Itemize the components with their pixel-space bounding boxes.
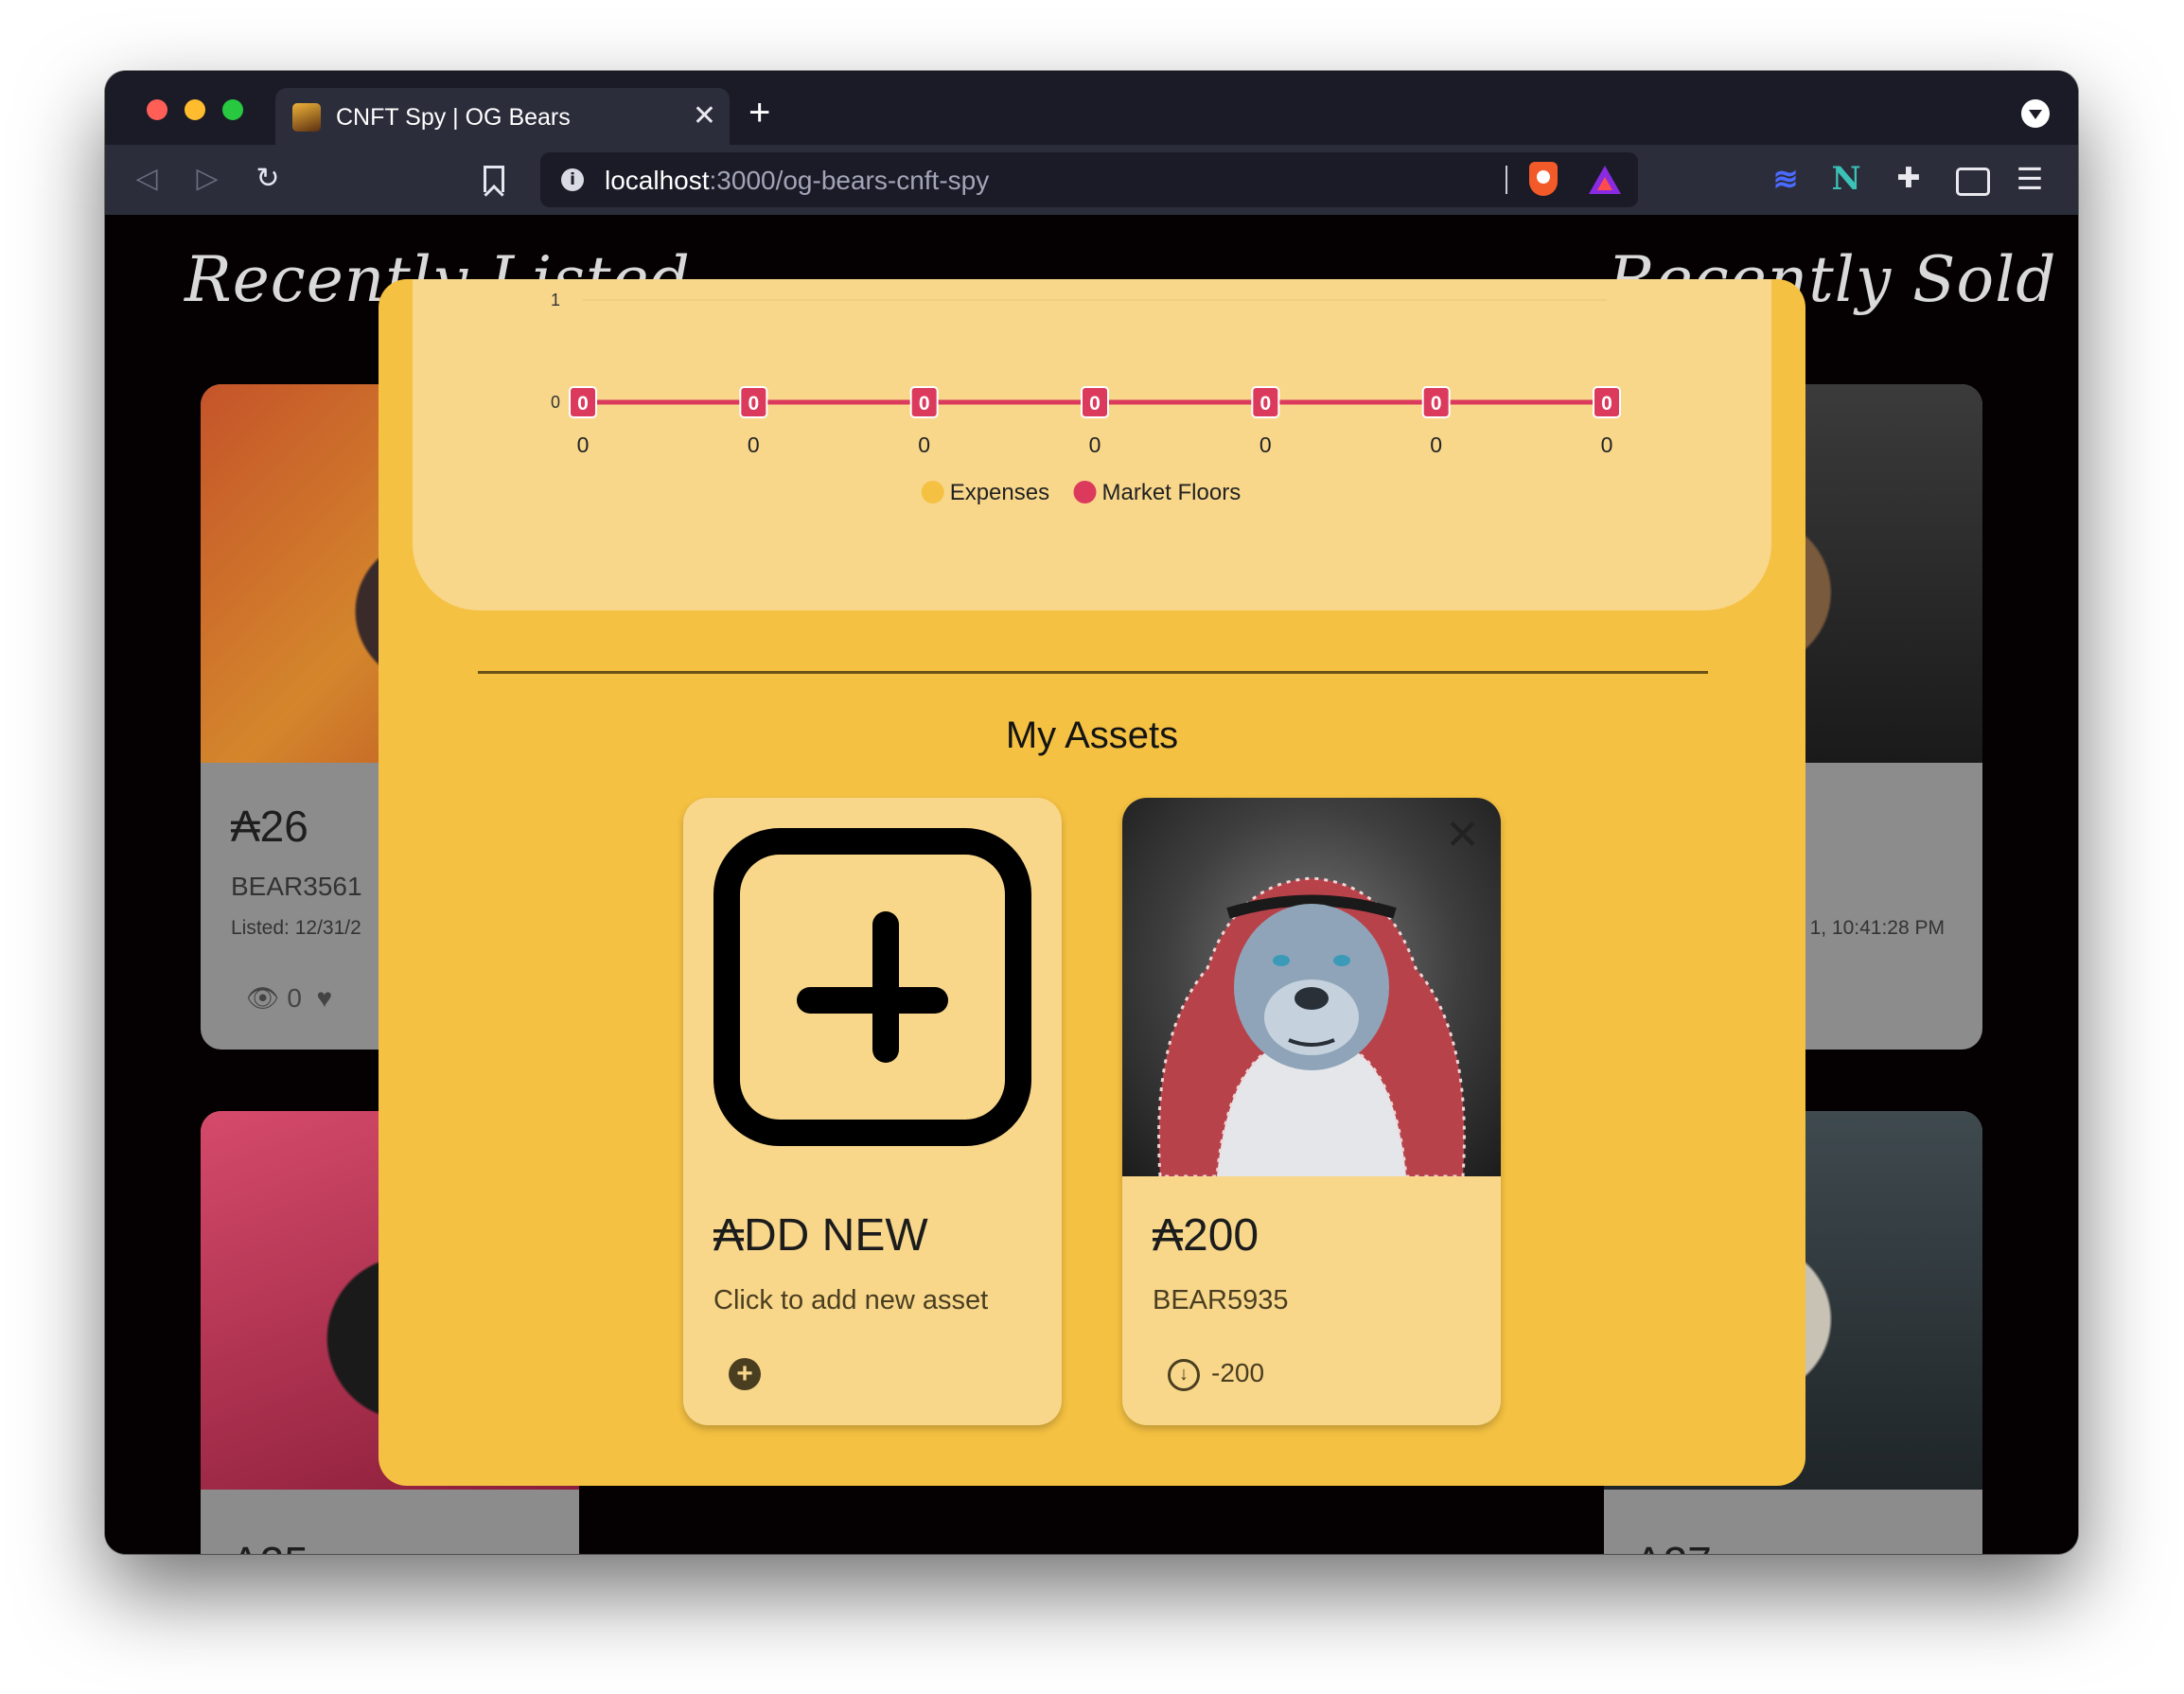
new-tab-button[interactable]: +: [749, 94, 770, 132]
x-tick-label: 0: [748, 432, 760, 457]
menu-icon[interactable]: ☰: [2013, 162, 2047, 196]
plus-circle-icon[interactable]: +: [729, 1358, 761, 1390]
layers-extension-icon[interactable]: ≋: [1769, 162, 1803, 196]
tab-active[interactable]: CNFT Spy | OG Bears ✕: [275, 88, 730, 145]
x-tick-label: 0: [1259, 432, 1272, 457]
data-label: 0: [1431, 393, 1442, 415]
listing-date: Listed: 12/31/2: [231, 917, 361, 939]
data-label: 0: [748, 393, 759, 415]
data-label: 0: [1259, 393, 1271, 415]
data-label: 0: [577, 393, 589, 415]
add-card-subtitle: Click to add new asset: [713, 1285, 989, 1315]
my-assets-title: My Assets: [1005, 715, 1179, 756]
tab-title: CNFT Spy | OG Bears: [336, 104, 571, 131]
listing-price: ₳25: [231, 1537, 308, 1554]
forward-arrow-icon[interactable]: ▷: [186, 158, 228, 200]
x-tick-label: 0: [1601, 432, 1613, 457]
sold-price: ₳27: [1634, 1537, 1712, 1554]
url-text[interactable]: localhost:3000/og-bears-cnft-spy: [605, 166, 989, 196]
tab-bar: CNFT Spy | OG Bears ✕ +: [105, 71, 2078, 145]
address-bar[interactable]: i localhost:3000/og-bears-cnft-spy: [540, 152, 1638, 207]
legend-label: Expenses: [950, 480, 1049, 505]
data-label: 0: [1089, 393, 1101, 415]
assets-modal: 0 1 0 0 0 0 0 0 0 0 0 0 0 0 0 0 Expenses Market Floors My…: [379, 279, 1805, 1486]
url-separator: [1506, 166, 1507, 194]
asset-price: ₳200: [1153, 1210, 1259, 1261]
y-tick-label: 1: [551, 291, 560, 309]
bookmark-icon[interactable]: [484, 166, 504, 192]
heart-icon[interactable]: ♥: [316, 983, 332, 1013]
price-chart: 010 0 0 0 0 0 00 0 0 0 0 0 0Expenses Market Floors: [551, 291, 1621, 505]
back-arrow-icon[interactable]: ◁: [126, 158, 167, 200]
listing-price: ₳26: [231, 802, 308, 851]
tab-close-icon[interactable]: ✕: [693, 99, 716, 133]
asset-change: ↓ -200: [1168, 1358, 1264, 1391]
eye-icon: 👁: [246, 983, 280, 1013]
x-tick-label: 0: [1430, 432, 1442, 457]
listing-stats: 👁 0 ♥: [246, 982, 332, 1014]
legend-swatch: [1073, 481, 1097, 503]
n-extension-icon[interactable]: N: [1829, 162, 1863, 196]
url-path: :3000/og-bears-cnft-spy: [709, 166, 990, 195]
maximize-window-button[interactable]: [222, 99, 243, 120]
asset-change-value: -200: [1211, 1358, 1265, 1387]
wallet-icon[interactable]: [1954, 162, 1990, 196]
legend-swatch: [921, 481, 944, 503]
arrow-down-circle-icon: ↓: [1168, 1358, 1200, 1391]
y-tick-label: 0: [551, 393, 560, 412]
reload-icon[interactable]: ↻: [247, 158, 289, 200]
minimize-window-button[interactable]: [185, 99, 205, 120]
close-icon[interactable]: ✕: [1445, 815, 1480, 856]
brave-rewards-icon[interactable]: [1589, 166, 1621, 194]
divider: [478, 671, 1708, 674]
view-count: 0: [287, 983, 302, 1013]
bear-image: ✕: [1122, 798, 1501, 1176]
asset-id: BEAR5935: [1153, 1285, 1289, 1315]
listing-id: BEAR3561: [231, 872, 362, 901]
browser-window: CNFT Spy | OG Bears ✕ + ◁ ▷ ↻ i localhos…: [105, 71, 2078, 1554]
chart-panel: 0 1 0 0 0 0 0 0 0 0 0 0 0 0 0 0 Expenses Market Floors: [413, 279, 1771, 610]
x-tick-label: 0: [1089, 432, 1101, 457]
add-asset-card[interactable]: ₳DD NEW Click to add new asset +: [683, 798, 1062, 1425]
add-square-icon[interactable]: [713, 828, 1031, 1146]
browser-toolbar: ◁ ▷ ↻ i localhost:3000/og-bears-cnft-spy…: [105, 145, 2078, 215]
puzzle-extension-icon[interactable]: ✚: [1892, 162, 1926, 196]
asset-card[interactable]: ✕ ₳200 BEAR5935 ↓ -200: [1122, 798, 1501, 1425]
info-icon[interactable]: i: [561, 168, 584, 191]
close-window-button[interactable]: [147, 99, 167, 120]
tab-search-icon[interactable]: [2021, 99, 2050, 128]
add-card-title: ₳DD NEW: [713, 1210, 928, 1261]
bear-favicon-icon: [292, 103, 321, 132]
brave-shield-icon[interactable]: [1529, 162, 1558, 196]
data-label: 0: [1601, 393, 1612, 415]
x-tick-label: 0: [918, 432, 930, 457]
url-host: localhost: [605, 166, 710, 195]
legend-label: Market Floors: [1102, 480, 1242, 505]
data-label: 0: [919, 393, 930, 415]
x-tick-label: 0: [577, 432, 590, 457]
